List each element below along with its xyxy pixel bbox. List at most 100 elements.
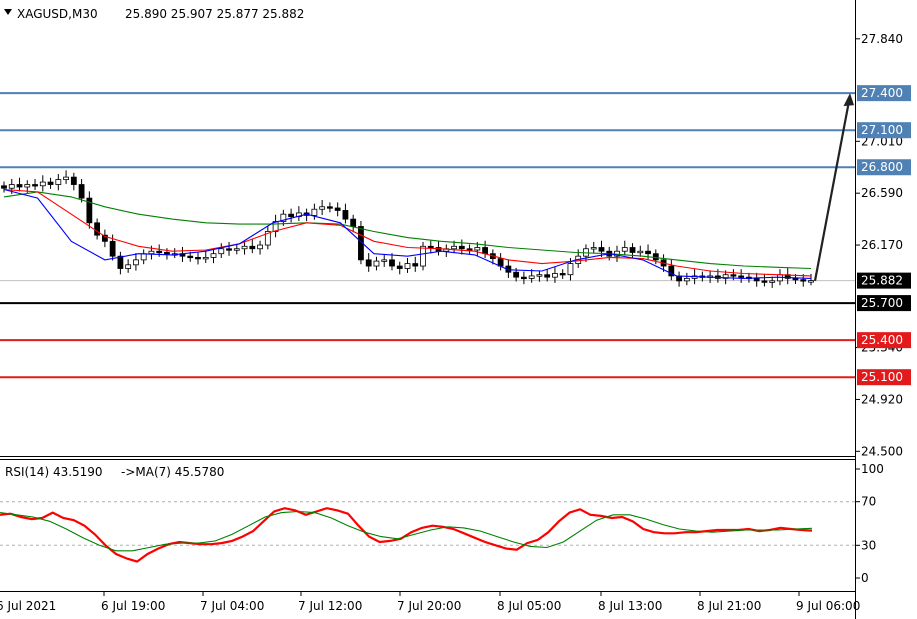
candle-bull: [311, 208, 318, 216]
candle-bear: [187, 255, 194, 259]
candle-bear: [288, 213, 295, 218]
candle-bear: [164, 252, 170, 255]
candle-bear: [544, 274, 551, 278]
candle-bull: [536, 274, 543, 277]
time-tick-label: 9 Jul 06:00: [796, 599, 860, 613]
current-price-tag: 25.882: [861, 274, 903, 288]
candle-bull: [140, 253, 147, 261]
candle-bull: [125, 264, 132, 269]
candle-bull: [218, 248, 225, 255]
candle-bear: [513, 271, 520, 278]
candle-bull: [241, 245, 248, 250]
candle-bear: [792, 277, 799, 281]
rsi-tick-label: 70: [861, 495, 876, 509]
level-tag-label: 25.100: [861, 370, 903, 384]
candle-bear: [598, 247, 605, 252]
candle-bull: [474, 247, 481, 251]
candle-bear: [738, 275, 745, 278]
candle-bull: [808, 280, 814, 283]
candle-bear: [412, 263, 419, 267]
rsi-tick-label: 30: [861, 538, 876, 552]
candle-bear: [350, 218, 357, 227]
candle-bear: [389, 259, 395, 267]
candle-bull: [404, 263, 411, 269]
time-tick-label: 7 Jul 20:00: [397, 599, 461, 613]
rsi-label: RSI(14) 43.5190: [5, 465, 103, 479]
candle-bull: [202, 257, 209, 260]
candle-bull: [233, 248, 240, 251]
time-tick-label: 6 Jul 2021: [0, 599, 56, 613]
price-tick-label: 24.920: [861, 392, 903, 406]
time-tick-label: 7 Jul 12:00: [298, 599, 362, 613]
level-tag-label: 25.400: [861, 333, 903, 347]
candle-bear: [342, 210, 349, 220]
candle-bear: [117, 255, 124, 269]
candle-bear: [109, 240, 116, 257]
level-tag-label: 26.800: [861, 160, 903, 174]
candle-bull: [381, 259, 388, 262]
candle-bear: [753, 277, 760, 282]
candle-bear: [730, 274, 737, 277]
trading-chart: XAGUSD,M30 25.890 25.907 25.877 25.882 R…: [0, 0, 917, 619]
candle-bull: [210, 253, 217, 258]
candle-bull: [55, 179, 62, 185]
candle-bear: [334, 207, 341, 211]
ohlc-label: 25.890 25.907 25.877 25.882: [125, 7, 304, 21]
level-tag-label: 25.700: [861, 296, 903, 310]
candle-bear: [435, 247, 442, 252]
candle-bear: [32, 184, 38, 187]
candle-bear: [800, 279, 807, 282]
candle-bull: [683, 277, 690, 282]
time-tick-label: 8 Jul 05:00: [497, 599, 561, 613]
level-tag-label: 27.100: [861, 123, 903, 137]
symbol-label: XAGUSD,M30: [17, 7, 98, 21]
candle-bear: [396, 265, 403, 269]
candle-bull: [63, 176, 69, 180]
candle-bear: [497, 258, 504, 267]
candle-bear: [676, 275, 682, 282]
candle-bear: [156, 250, 163, 254]
time-tick-label: 7 Jul 04:00: [200, 599, 264, 613]
candle-bull: [133, 259, 139, 266]
rsi-tick-label: 100: [861, 462, 884, 476]
candle-bull: [257, 244, 263, 250]
candle-bear: [559, 273, 566, 276]
price-tick-label: 26.170: [861, 238, 903, 252]
candle-bull: [451, 245, 457, 250]
candle-bear: [1, 185, 7, 189]
price-tick-label: 24.500: [861, 444, 903, 458]
candle-bear: [761, 280, 768, 283]
level-tag-label: 27.400: [861, 86, 903, 100]
candle-bull: [319, 206, 326, 210]
candle-bull: [528, 275, 535, 279]
candle-bull: [637, 250, 644, 254]
candle-bull: [552, 273, 558, 278]
candle-bear: [458, 245, 465, 250]
candle-bear: [482, 247, 488, 255]
candle-bull: [373, 260, 380, 267]
candle-bear: [94, 222, 101, 236]
candle-bear: [629, 247, 636, 253]
candle-bear: [427, 245, 434, 249]
rsi-tick-label: 0: [861, 571, 869, 585]
candle-bear: [47, 181, 54, 185]
candle-bear: [249, 245, 256, 250]
candle-bull: [567, 263, 574, 276]
candle-bear: [16, 184, 23, 188]
candle-bear: [226, 248, 232, 251]
rsi-ma-label: ->MA(7) 45.5780: [121, 465, 224, 479]
time-tick-label: 8 Jul 13:00: [598, 599, 662, 613]
candle-bear: [70, 176, 77, 185]
candle-bear: [652, 253, 659, 261]
candle-bull: [8, 184, 15, 189]
candle-bull: [769, 280, 776, 283]
candle-bear: [466, 248, 473, 251]
candle-bull: [148, 250, 155, 255]
candle-bear: [520, 276, 527, 280]
candle-bear: [327, 206, 333, 209]
candle-bull: [39, 181, 46, 187]
candle-bull: [590, 247, 597, 250]
candle-bull: [24, 184, 31, 188]
price-tick-label: 27.840: [861, 32, 903, 46]
candle-bull: [621, 247, 628, 252]
